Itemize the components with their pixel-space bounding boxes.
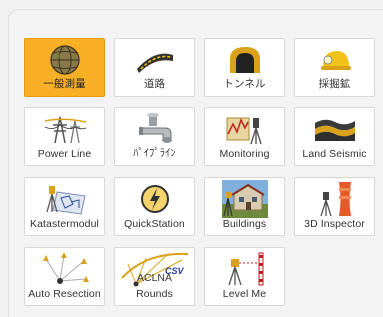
tile-general-survey[interactable]: 一般測量: [24, 38, 105, 97]
tile-tunnel[interactable]: トンネル: [204, 38, 285, 97]
tile-monitoring[interactable]: Monitoring: [204, 107, 285, 166]
tile-label: Land Seismic: [302, 148, 367, 160]
tile-quickstation[interactable]: QuickStation: [114, 177, 195, 236]
tile-road[interactable]: 道路: [114, 38, 195, 97]
tile-label: トンネル: [223, 78, 266, 90]
tile-label: Monitoring: [219, 148, 270, 160]
tile-power-line[interactable]: Power Line: [24, 107, 105, 166]
tile-label: Auto Resection: [28, 288, 101, 300]
tile-label: Rounds: [136, 288, 173, 300]
auto-resection-icon: [25, 251, 104, 287]
road-icon: [115, 42, 194, 78]
csv-badge: CSV: [165, 266, 184, 276]
tile-auto-resection[interactable]: Auto Resection: [24, 247, 105, 306]
tile-label: Power Line: [37, 148, 92, 160]
tile-buildings[interactable]: Buildings: [204, 177, 285, 236]
tile-katastermodul[interactable]: Katastermodul: [24, 177, 105, 236]
mining-helmet-icon: [295, 42, 374, 78]
tunnel-icon: [205, 42, 284, 78]
tile-3d-inspector[interactable]: 3D Inspector: [294, 177, 375, 236]
tile-label: 3D Inspector: [304, 218, 365, 230]
globe-icon: [25, 42, 104, 78]
tile-mining[interactable]: 採掘鉱: [294, 38, 375, 97]
tile-label: ﾊﾟｲﾌﾟﾗｲﾝ: [133, 147, 176, 159]
app-grid-panel: 一般測量 道路 トンネル 採掘鉱 Power Line ﾊﾟｲﾌﾟﾗｲﾝ Mon…: [8, 9, 383, 317]
tile-level-me[interactable]: Level Me: [204, 247, 285, 306]
tile-label: 道路: [143, 78, 166, 90]
tile-label: Buildings: [222, 218, 267, 230]
3d-inspector-icon: [295, 181, 374, 217]
pipeline-icon: [115, 111, 194, 147]
tile-label: QuickStation: [124, 218, 185, 230]
tile-rounds[interactable]: ACLNA CSV Rounds: [114, 247, 195, 306]
land-seismic-icon: [295, 111, 374, 147]
cadastre-icon: [25, 181, 104, 217]
quickstation-icon: [115, 181, 194, 217]
tile-label: Level Me: [222, 288, 267, 300]
buildings-icon: [205, 180, 284, 218]
level-me-icon: [205, 251, 284, 287]
tile-land-seismic[interactable]: Land Seismic: [294, 107, 375, 166]
tile-label: 一般測量: [43, 78, 86, 90]
tile-label: 採掘鉱: [318, 78, 351, 90]
power-line-icon: [25, 111, 104, 147]
tile-label: Katastermodul: [29, 218, 99, 230]
monitoring-icon: [205, 111, 284, 147]
tile-pipeline[interactable]: ﾊﾟｲﾌﾟﾗｲﾝ: [114, 107, 195, 166]
